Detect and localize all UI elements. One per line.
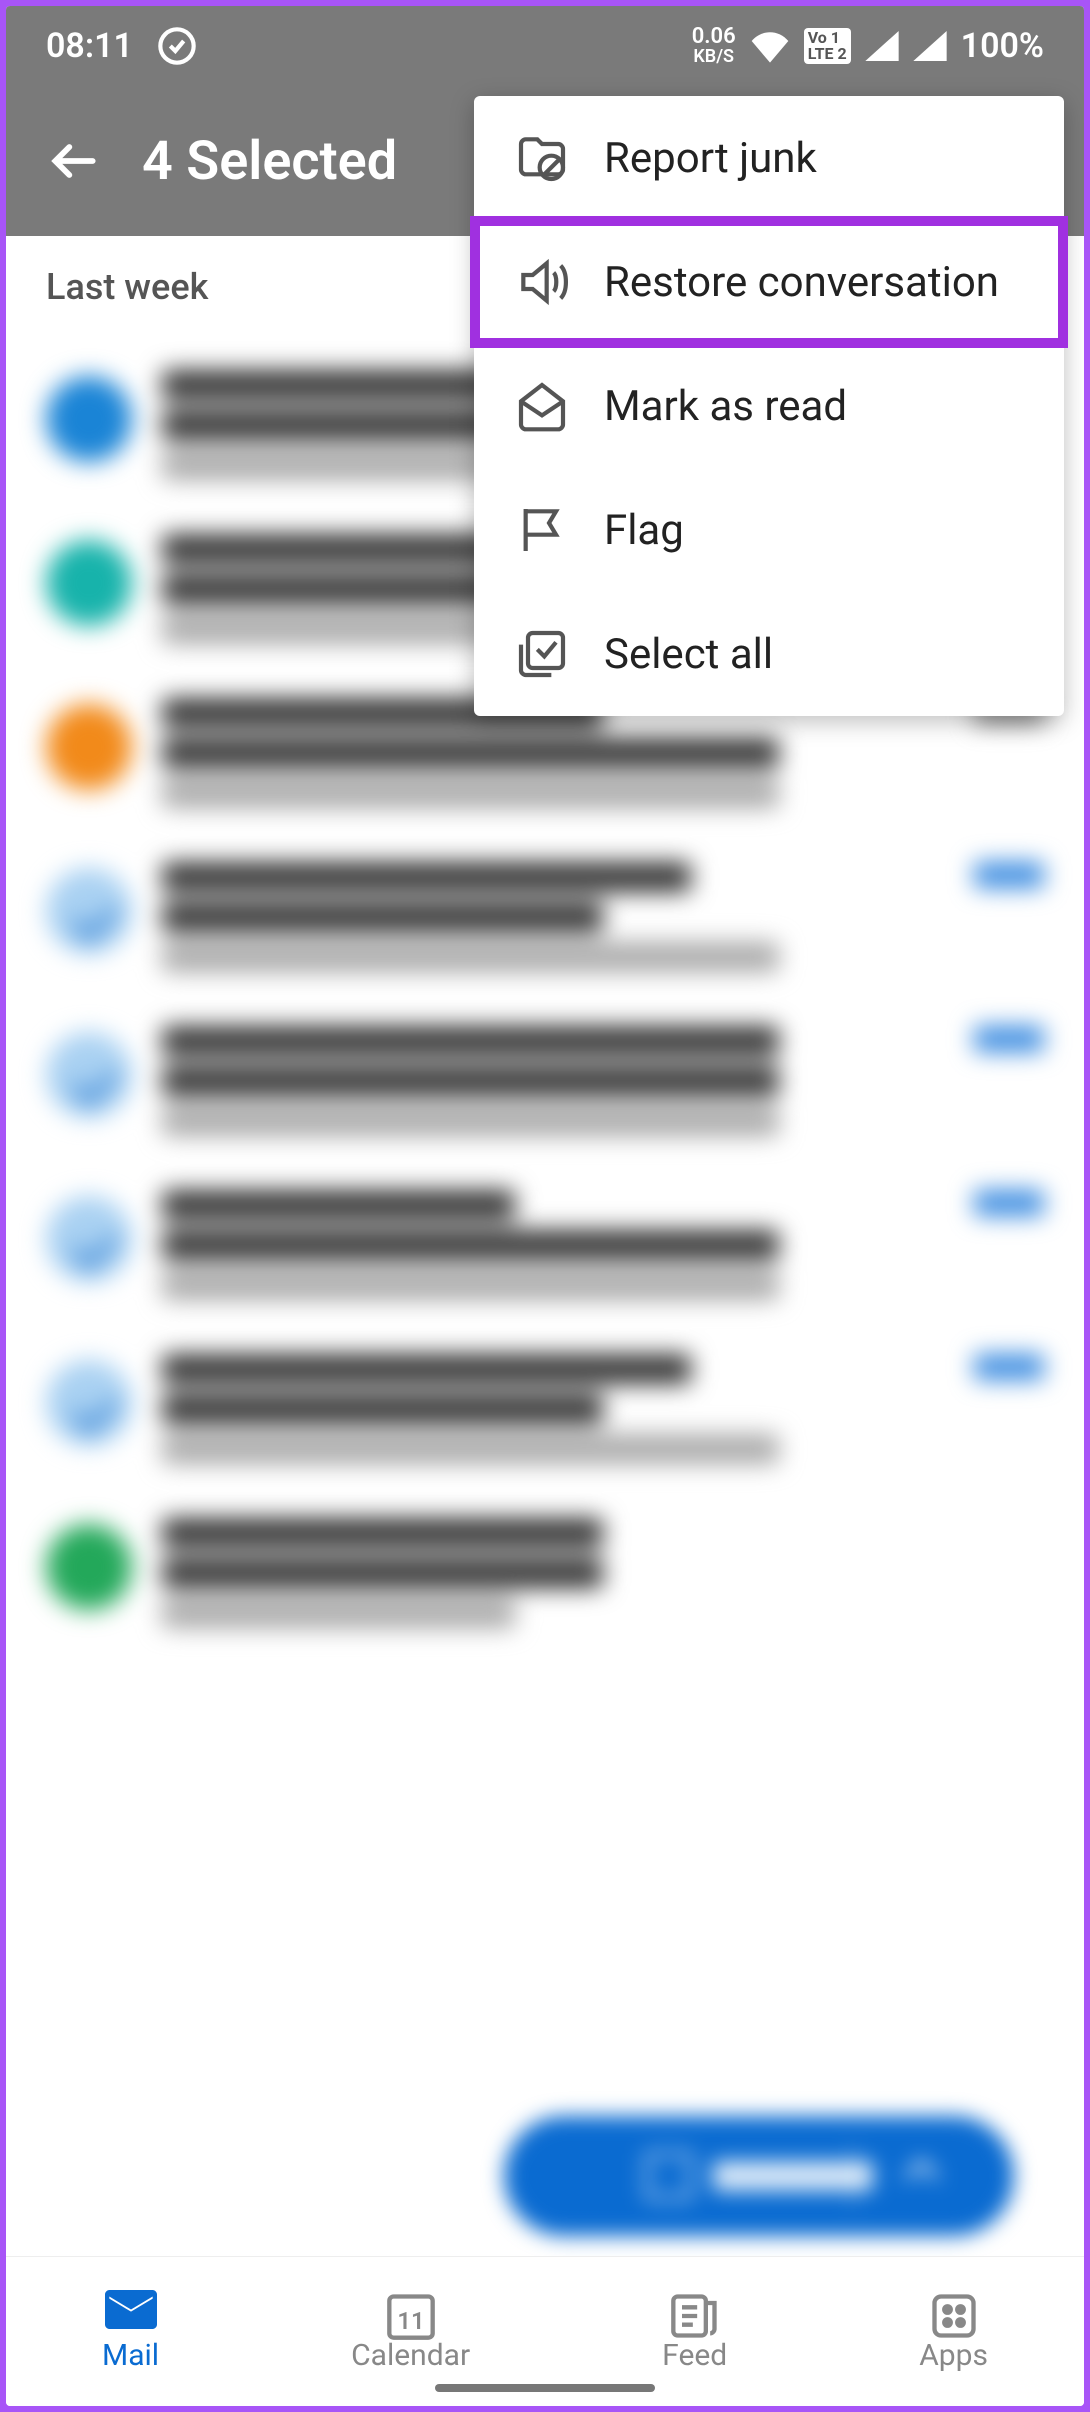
menu-flag[interactable]: Flag	[474, 468, 1064, 592]
mail-icon	[105, 2290, 157, 2330]
check-circle-icon	[157, 26, 197, 66]
folder-block-icon	[514, 130, 570, 186]
app-bar-title: 4 Selected	[142, 130, 397, 193]
bottom-nav: Mail 11 Calendar Feed Apps	[6, 2256, 1084, 2406]
avatar-selected	[46, 1032, 132, 1118]
apps-icon	[928, 2290, 980, 2330]
menu-report-junk[interactable]: Report junk	[474, 96, 1064, 220]
avatar-selected	[46, 1196, 132, 1282]
calendar-icon: 11	[385, 2290, 437, 2330]
sound-icon	[514, 254, 570, 310]
menu-label: Select all	[604, 630, 773, 679]
mail-item[interactable]	[46, 840, 1044, 1004]
avatar	[46, 704, 132, 790]
nav-label: Apps	[919, 2338, 988, 2373]
signal-icon-2	[913, 31, 947, 61]
signal-icon	[865, 31, 899, 61]
nav-label: Mail	[102, 2338, 159, 2373]
phone-frame: 08:11 0.06 KB/S Vo 1LTE 2 100%	[6, 6, 1084, 2406]
context-menu: Report junk Restore conversation Mark as…	[474, 96, 1064, 716]
feed-icon	[669, 2290, 721, 2330]
avatar	[46, 540, 132, 626]
nav-feed[interactable]: Feed	[662, 2290, 727, 2373]
status-bar: 08:11 0.06 KB/S Vo 1LTE 2 100%	[6, 6, 1084, 86]
battery-pct: 100%	[961, 26, 1044, 66]
data-speed: 0.06 KB/S	[692, 26, 736, 66]
mail-open-icon	[514, 378, 570, 434]
lte-badge: Vo 1LTE 2	[804, 28, 851, 64]
compose-fab[interactable]	[504, 2116, 1014, 2236]
mail-item[interactable]	[46, 1496, 1044, 1660]
avatar	[46, 376, 132, 462]
flag-icon	[514, 502, 570, 558]
back-button[interactable]	[46, 133, 102, 189]
mail-item[interactable]	[46, 1168, 1044, 1332]
fab-label	[713, 2161, 873, 2191]
menu-label: Mark as read	[604, 382, 847, 431]
menu-label: Report junk	[604, 134, 817, 183]
avatar-selected	[46, 868, 132, 954]
menu-restore-conversation[interactable]: Restore conversation	[474, 220, 1064, 344]
menu-label: Restore conversation	[604, 258, 999, 307]
home-indicator[interactable]	[435, 2384, 655, 2392]
menu-select-all[interactable]: Select all	[474, 592, 1064, 716]
nav-calendar[interactable]: 11 Calendar	[351, 2290, 470, 2373]
nav-mail[interactable]: Mail	[102, 2290, 159, 2373]
status-time: 08:11	[46, 26, 133, 66]
menu-mark-as-read[interactable]: Mark as read	[474, 344, 1064, 468]
nav-label: Feed	[662, 2338, 727, 2373]
svg-text:11: 11	[397, 2307, 424, 2335]
menu-label: Flag	[604, 506, 684, 555]
mail-item[interactable]	[46, 1004, 1044, 1168]
mail-item[interactable]	[46, 1332, 1044, 1496]
avatar-selected	[46, 1360, 132, 1446]
wifi-icon	[750, 29, 790, 63]
select-all-icon	[514, 626, 570, 682]
nav-apps[interactable]: Apps	[919, 2290, 988, 2373]
nav-label: Calendar	[351, 2338, 470, 2373]
avatar	[46, 1524, 132, 1610]
